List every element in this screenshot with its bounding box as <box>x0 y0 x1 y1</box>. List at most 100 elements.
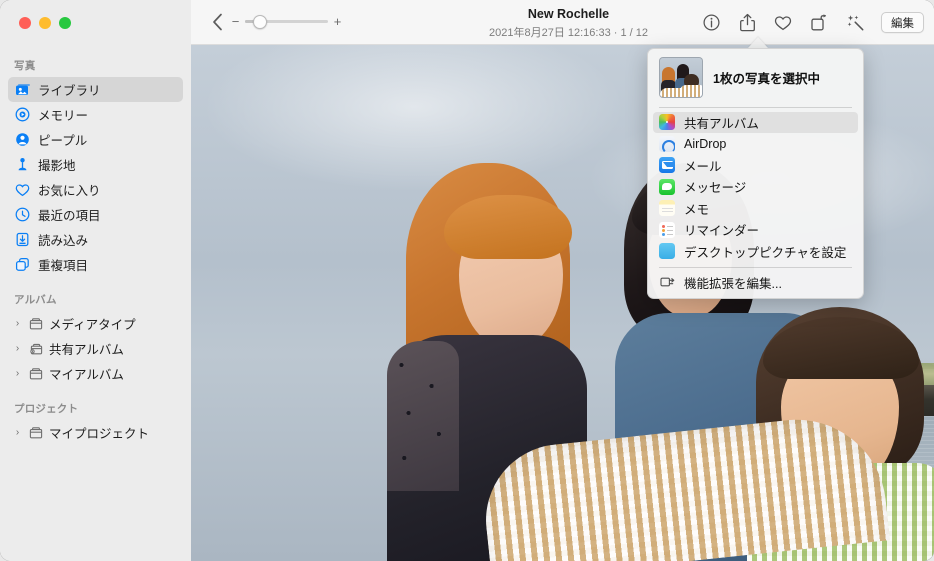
album-icon <box>27 366 44 382</box>
edit-button[interactable]: 編集 <box>881 12 924 33</box>
sidebar-item-label: 読み込み <box>38 230 88 249</box>
sidebar-item-media-types[interactable]: › メディアタイプ <box>8 311 183 336</box>
minimize-button[interactable] <box>39 17 51 29</box>
menu-item-reminders[interactable]: リマインダー <box>653 219 858 241</box>
sidebar-item-recents[interactable]: 最近の項目 <box>8 202 183 227</box>
sidebar: 写真 ライブラリ メモリー ピープル <box>0 0 191 561</box>
menu-item-label: デスクトップピクチャを設定 <box>684 242 846 261</box>
share-icon <box>739 13 756 32</box>
sidebar-item-places[interactable]: 撮影地 <box>8 152 183 177</box>
messages-app-icon <box>659 179 675 195</box>
sidebar-item-duplicates[interactable]: 重複項目 <box>8 252 183 277</box>
sidebar-item-my-projects[interactable]: › マイプロジェクト <box>8 420 183 445</box>
person-one-sheer-sleeve <box>387 341 459 491</box>
notes-app-icon <box>659 200 675 216</box>
zoom-in-label[interactable]: + <box>333 15 342 28</box>
zoom-out-label[interactable]: − <box>231 15 240 28</box>
menu-item-shared-album[interactable]: 共有アルバム <box>653 112 858 134</box>
extensions-icon <box>659 274 675 290</box>
sidebar-section-albums-header: アルバム <box>0 286 191 311</box>
menu-item-label: メモ <box>684 199 709 218</box>
share-button[interactable] <box>735 11 759 35</box>
menu-item-airdrop[interactable]: AirDrop <box>653 133 858 155</box>
rotate-button[interactable] <box>807 11 831 35</box>
chevron-right-icon[interactable]: › <box>12 318 23 329</box>
sidebar-item-label: 撮影地 <box>38 155 76 174</box>
sidebar-item-memories[interactable]: メモリー <box>8 102 183 127</box>
library-icon <box>14 82 31 98</box>
airdrop-icon <box>659 136 675 152</box>
menu-item-label: AirDrop <box>684 137 726 151</box>
menu-item-label: メッセージ <box>684 177 746 196</box>
photo-title-block: New Rochelle 2021年8月27日 12:16:33 · 1 / 1… <box>461 7 676 40</box>
person-one-bangs <box>444 195 572 259</box>
chevron-right-icon[interactable]: › <box>12 368 23 379</box>
menu-item-label: リマインダー <box>684 220 759 239</box>
reminders-app-icon <box>659 222 675 238</box>
sidebar-item-my-albums[interactable]: › マイアルバム <box>8 361 183 386</box>
menu-item-set-desktop-picture[interactable]: デスクトップピクチャを設定 <box>653 241 858 263</box>
back-button[interactable] <box>206 11 228 33</box>
sidebar-item-label: 最近の項目 <box>38 205 101 224</box>
share-menu[interactable]: 1枚の写真を選択中 共有アルバム AirDrop メール メッセージ メモ リマ… <box>647 48 864 299</box>
favorite-button[interactable] <box>771 11 795 35</box>
enhance-button[interactable] <box>843 11 867 35</box>
selection-count-label: 1枚の写真を選択中 <box>713 68 820 87</box>
zoom-slider-track[interactable] <box>245 20 328 23</box>
photos-app-icon <box>659 114 675 130</box>
memories-icon <box>14 107 31 123</box>
sidebar-item-label: お気に入り <box>38 180 101 199</box>
menu-item-messages[interactable]: メッセージ <box>653 176 858 198</box>
sidebar-item-label: マイプロジェクト <box>49 423 149 442</box>
sidebar-item-label: 共有アルバム <box>49 339 124 358</box>
chevron-right-icon[interactable]: › <box>12 343 23 354</box>
photos-window: 写真 ライブラリ メモリー ピープル <box>0 0 934 561</box>
mail-app-icon <box>659 157 675 173</box>
clock-icon <box>14 207 31 223</box>
heart-icon <box>14 182 31 198</box>
zoom-slider-control[interactable]: − + <box>231 15 342 28</box>
menu-divider-bottom <box>659 267 852 268</box>
menu-item-edit-extensions[interactable]: 機能拡張を編集... <box>653 272 858 294</box>
sidebar-section-photos-header: 写真 <box>0 52 191 77</box>
sidebar-list: 写真 ライブラリ メモリー ピープル <box>0 52 191 445</box>
menu-divider-top <box>659 107 852 108</box>
menu-item-label: 機能拡張を編集... <box>684 273 782 292</box>
rotate-icon <box>810 14 828 32</box>
duplicates-icon <box>14 257 31 273</box>
traffic-lights <box>19 17 71 29</box>
sidebar-item-label: ライブラリ <box>38 80 101 99</box>
places-pin-icon <box>14 157 31 173</box>
menu-item-label: メール <box>684 156 722 175</box>
sidebar-item-label: メモリー <box>38 105 88 124</box>
sidebar-item-imports[interactable]: 読み込み <box>8 227 183 252</box>
sidebar-item-label: ピープル <box>38 130 87 149</box>
menu-item-notes[interactable]: メモ <box>653 198 858 220</box>
share-menu-pointer <box>748 37 768 48</box>
album-icon <box>27 316 44 332</box>
share-menu-header: 1枚の写真を選択中 <box>648 55 863 106</box>
desktop-picture-icon <box>659 243 675 259</box>
zoom-slider-knob[interactable] <box>253 15 267 29</box>
chevron-left-icon <box>212 13 223 31</box>
edit-button-label: 編集 <box>891 15 914 31</box>
sidebar-item-label: マイアルバム <box>49 364 124 383</box>
favorite-heart-icon <box>774 15 792 31</box>
sidebar-item-label: メディアタイプ <box>49 314 136 333</box>
album-icon <box>27 425 44 441</box>
menu-item-mail[interactable]: メール <box>653 155 858 177</box>
sidebar-item-library[interactable]: ライブラリ <box>8 77 183 102</box>
info-button[interactable] <box>699 11 723 35</box>
close-button[interactable] <box>19 17 31 29</box>
toolbar-buttons: 編集 <box>699 0 924 45</box>
sidebar-item-shared-albums[interactable]: › 共有アルバム <box>8 336 183 361</box>
menu-item-label: 共有アルバム <box>684 113 759 132</box>
zoom-button[interactable] <box>59 17 71 29</box>
sidebar-item-favorites[interactable]: お気に入り <box>8 177 183 202</box>
sidebar-item-people[interactable]: ピープル <box>8 127 183 152</box>
chevron-right-icon[interactable]: › <box>12 427 23 438</box>
toolbar: − + New Rochelle 2021年8月27日 12:16:33 · 1… <box>191 0 934 45</box>
people-icon <box>14 132 31 148</box>
info-icon <box>703 14 720 31</box>
import-icon <box>14 232 31 248</box>
